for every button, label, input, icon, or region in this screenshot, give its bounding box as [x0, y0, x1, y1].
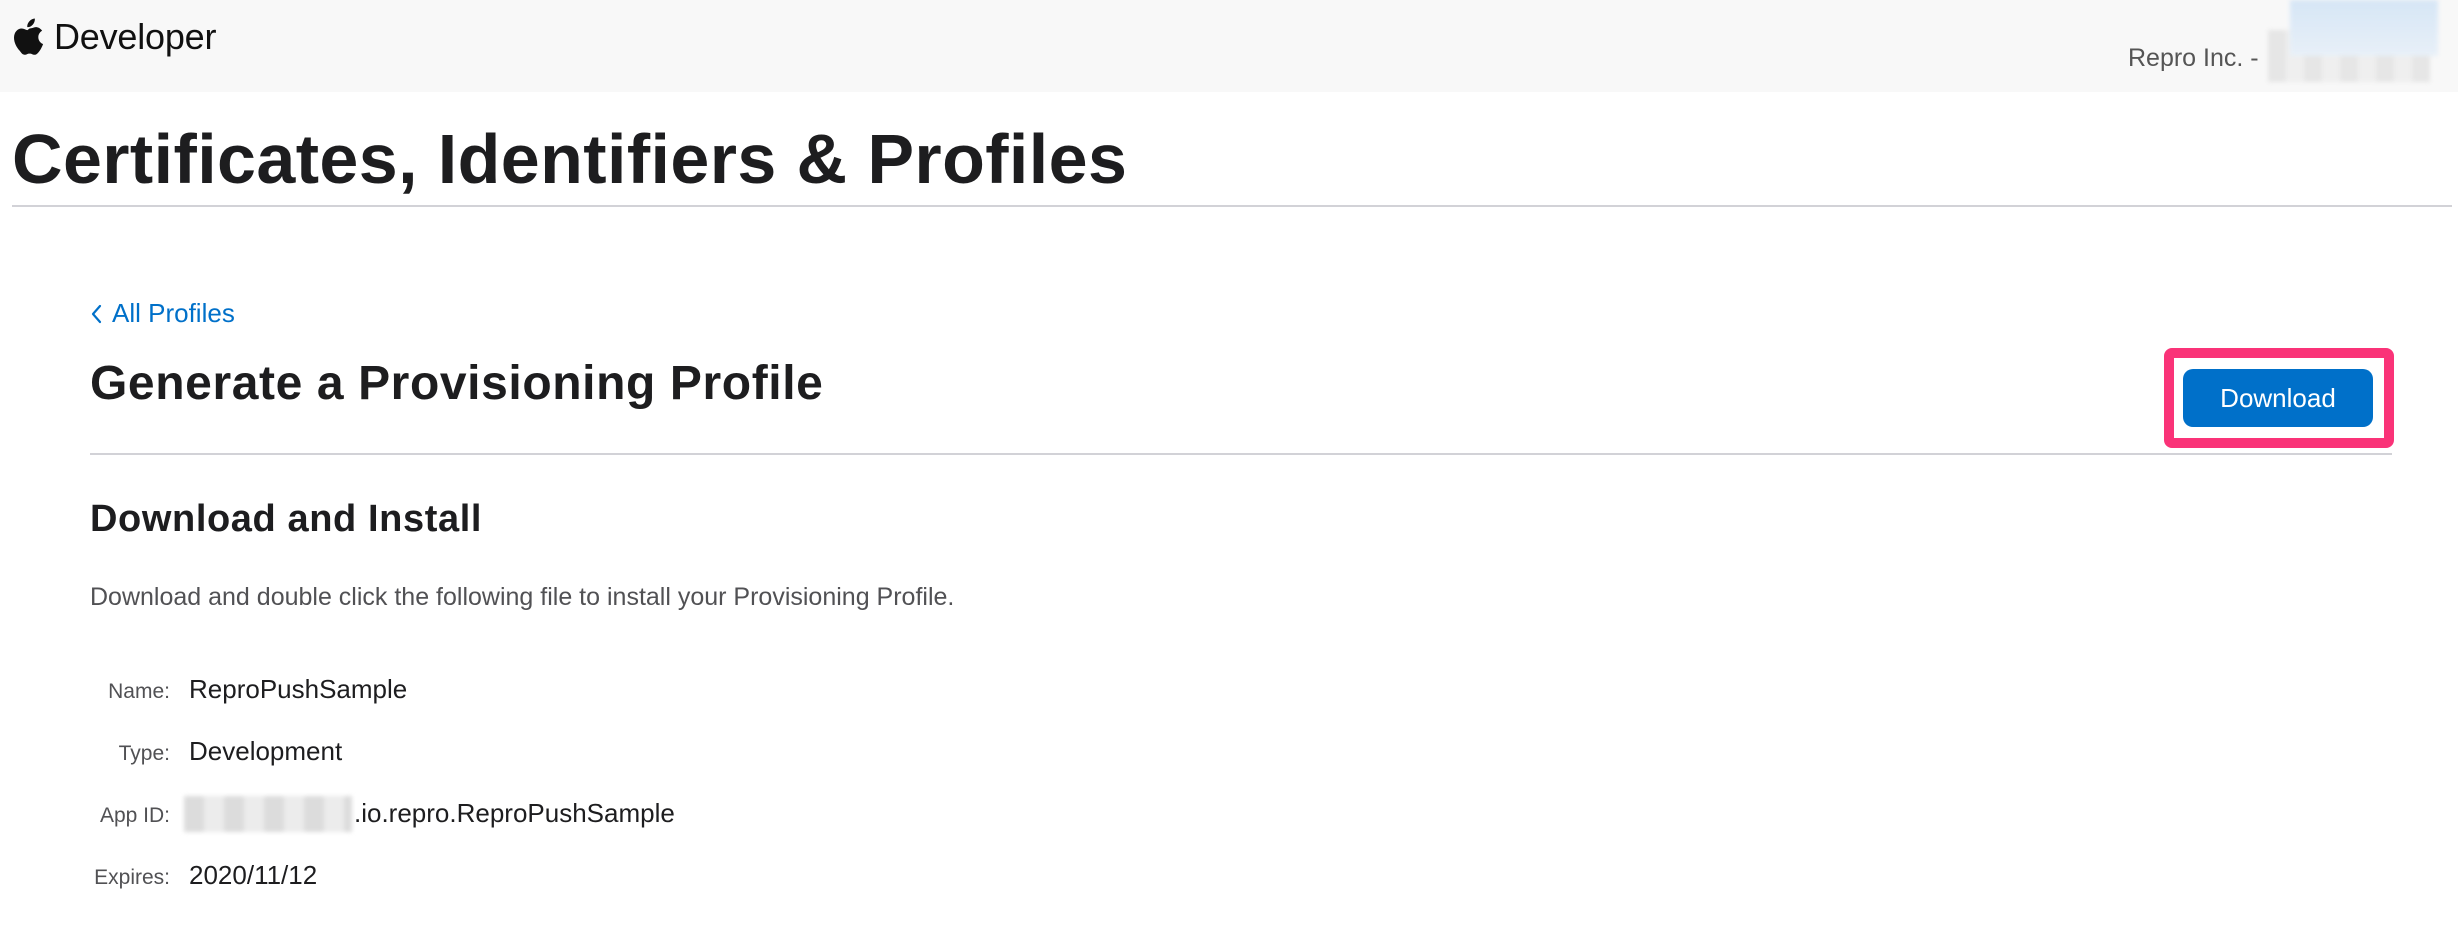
global-header: Developer Repro Inc. - — [0, 0, 2458, 92]
app-id-label: App ID: — [99, 804, 170, 827]
all-profiles-link[interactable]: All Profiles — [90, 298, 235, 329]
name-label: Name: — [108, 680, 170, 703]
section-title: Generate a Provisioning Profile — [90, 357, 824, 410]
detail-row-expires: Expires: 2020/11/12 — [0, 856, 1000, 896]
type-value: Development — [189, 736, 343, 766]
detail-row-app-id: App ID: .io.repro.ReproPushSample — [0, 794, 1000, 834]
type-label: Type: — [118, 742, 170, 765]
detail-row-type: Type: Development — [0, 732, 1000, 772]
detail-row-name: Name: ReproPushSample — [0, 670, 1000, 710]
page-title: Certificates, Identifiers & Profiles — [12, 120, 1128, 198]
brand-label: Developer — [54, 16, 217, 57]
chevron-left-icon — [91, 304, 102, 323]
redacted-team-id — [184, 796, 352, 832]
title-divider — [12, 205, 2452, 207]
all-profiles-label: All Profiles — [112, 298, 235, 328]
app-id-value: .io.repro.ReproPushSample — [354, 798, 675, 828]
name-value: ReproPushSample — [189, 674, 408, 704]
download-button[interactable]: Download — [2183, 369, 2373, 427]
section-divider — [90, 453, 2392, 455]
download-install-title: Download and Install — [90, 498, 483, 540]
install-instructions: Download and double click the following … — [90, 583, 955, 611]
expires-value: 2020/11/12 — [189, 860, 318, 890]
expires-label: Expires: — [94, 866, 170, 889]
developer-home-link[interactable]: Developer — [12, 16, 216, 58]
account-name[interactable]: Repro Inc. - — [2128, 44, 2259, 73]
apple-logo-icon — [14, 18, 44, 55]
avatar[interactable] — [2290, 0, 2438, 56]
